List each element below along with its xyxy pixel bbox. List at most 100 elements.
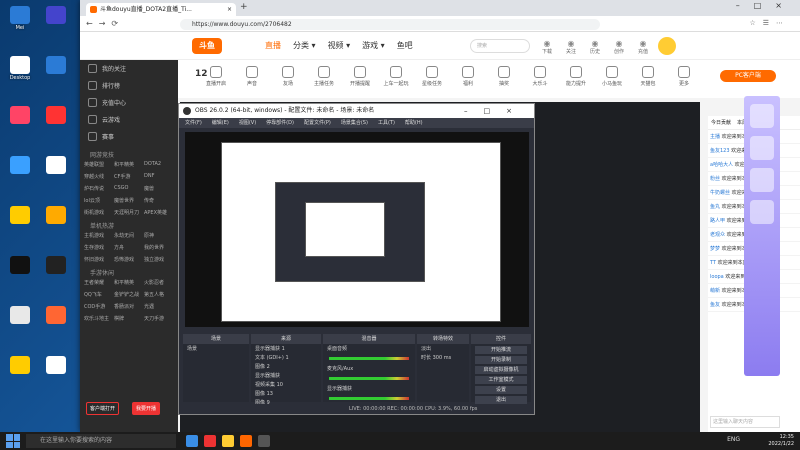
start-button[interactable] [6,434,20,448]
dock-category-link[interactable]: 和平精英 [114,161,144,168]
volume-meter[interactable] [329,397,409,400]
dock-category-link[interactable]: 棋牌 [114,315,144,322]
obs-control-button[interactable]: 开始录制 [475,356,527,364]
dock-item[interactable]: 排行榜 [80,77,178,94]
category-item[interactable]: 能力提升 [560,60,592,98]
category-item[interactable]: 友场 [272,60,304,98]
header-icon-item[interactable]: ◉ 充值 [636,39,650,55]
category-item[interactable]: 开播提醒 [344,60,376,98]
desktop-icon[interactable] [4,306,36,325]
browser-tab[interactable]: 斗鱼douyu直播_DOTA2直播_Ti... × [86,3,236,16]
desktop-icon[interactable] [40,206,72,225]
new-tab-icon[interactable]: + [240,2,248,12]
category-item[interactable]: 大乐斗 [524,60,556,98]
dock-category-link[interactable]: 生存游戏 [84,244,114,251]
dock-category-link[interactable]: CSGO [114,185,144,192]
chat-user[interactable]: 主播 [710,134,720,140]
site-logo[interactable]: 斗鱼 [192,38,222,54]
obs-menu-item[interactable]: 配置文件(P) [304,118,331,128]
dock-category-link[interactable]: CF手游 [114,173,144,180]
dock-category-link[interactable]: 和平精英 [114,279,144,286]
app-icon[interactable] [258,435,270,447]
obs-control-button[interactable]: 设置 [475,386,527,394]
promo-sidebar[interactable] [744,96,780,376]
desktop-icon[interactable] [40,306,72,325]
dock-item[interactable]: 充值中心 [80,94,178,111]
dock-category-link[interactable]: 方舟 [114,244,144,251]
scene-item[interactable]: 场景 [183,344,249,353]
dock-category-link[interactable]: 炉石传说 [84,185,114,192]
source-item[interactable]: 视频采集 10 [251,380,321,389]
dock-category-link[interactable]: DOTA2 [144,161,174,168]
dock-category-link[interactable]: 原神 [144,232,174,239]
obs-menu-item[interactable]: 帮助(H) [405,118,423,128]
obs-control-button[interactable]: 退出 [475,396,527,404]
category-item[interactable]: 小马鱼玩 [596,60,628,98]
dock-category-link[interactable]: APEX英雄 [144,209,174,216]
promo-badge-icon[interactable] [750,168,774,192]
dock-category-link[interactable]: 第五人格 [144,291,174,298]
source-item[interactable]: 显示器捕获 [251,371,321,380]
nav-item[interactable]: 直播 [265,40,281,51]
chat-user[interactable]: 老观众 [710,232,725,238]
desktop-icon[interactable]: Desktop [4,56,36,81]
pc-client-button[interactable]: PC客户端 [720,70,776,82]
dock-category-link[interactable]: 英雄联盟 [84,161,114,168]
dock-category-link[interactable]: 魔兽世界 [114,197,144,204]
dock-category-link[interactable]: 金铲铲之战 [114,291,144,298]
category-item[interactable]: 直播开启 [200,60,232,98]
nav-item[interactable]: 视频 ▾ [328,40,351,51]
desktop-icon[interactable] [40,56,72,75]
dock-category-link[interactable]: 王者荣耀 [84,279,114,286]
browser-tools[interactable]: ☆☰⋯ [749,19,790,27]
desktop-icon[interactable] [4,356,36,375]
dock-category-link[interactable]: 传奇 [144,197,174,204]
duration-field[interactable]: 300 ms [433,355,452,361]
desktop-icon[interactable] [40,6,72,25]
dock-category-link[interactable]: 怀旧游戏 [84,256,114,263]
desktop-icon[interactable] [40,356,72,375]
category-item[interactable]: 天猫包 [632,60,664,98]
category-item[interactable]: 抽奖 [488,60,520,98]
dock-category-link[interactable]: 魔兽 [144,185,174,192]
source-item[interactable]: 图像 13 [251,389,321,398]
obs-menu-item[interactable]: 场景集合(S) [341,118,368,128]
dock-category-link[interactable]: 欢乐斗地主 [84,315,114,322]
nav-item[interactable]: 鱼吧 [397,40,413,51]
app-icon[interactable] [204,435,216,447]
category-item[interactable]: 星级任务 [416,60,448,98]
start-stream-button[interactable]: 我要开播 [132,402,161,415]
open-client-button[interactable]: 客户端打开 [86,402,120,415]
dock-category-link[interactable]: 主机游戏 [84,232,114,239]
app-icon[interactable] [186,435,198,447]
dock-category-link[interactable]: 我的世界 [144,244,174,251]
category-item[interactable]: 福利 [452,60,484,98]
chat-user[interactable]: 牛奶螺丝 [710,190,730,196]
category-item[interactable]: 主播任务 [308,60,340,98]
window-controls[interactable]: –□× [464,104,528,118]
nav-item[interactable]: 游戏 ▾ [362,40,385,51]
dock-category-link[interactable]: QQ飞车 [84,291,114,298]
taskbar-search[interactable]: 在这里输入你要搜索的内容 [26,434,176,448]
chat-user[interactable]: 鱼友 [710,302,720,308]
dock-item[interactable]: 我的关注 [80,60,178,77]
desktop-icon[interactable] [40,156,72,175]
chat-user[interactable]: 粉丝 [710,176,720,182]
transition-select[interactable]: 淡出 [417,344,469,353]
close-tab-icon[interactable]: × [227,3,232,16]
avatar[interactable] [658,37,676,55]
dock-category-link[interactable]: 独立游戏 [144,256,174,263]
chat-tab[interactable]: 今日贡献 [711,119,731,126]
app-icon[interactable] [240,435,252,447]
chat-user[interactable]: TT [710,260,716,266]
desktop-icon[interactable] [4,256,36,275]
chat-user[interactable]: 鱼丸 [710,204,720,210]
promo-badge-icon[interactable] [750,104,774,128]
category-item[interactable]: 更多 [668,60,700,98]
header-icon-item[interactable]: ◉ 关注 [564,39,578,55]
dock-category-link[interactable]: lol云顶 [84,197,114,204]
volume-meter[interactable] [329,377,409,380]
dock-category-link[interactable]: 天涯明月刀 [114,209,144,216]
dock-category-link[interactable]: DNF [144,173,174,180]
dock-category-link[interactable]: 穿越火线 [84,173,114,180]
